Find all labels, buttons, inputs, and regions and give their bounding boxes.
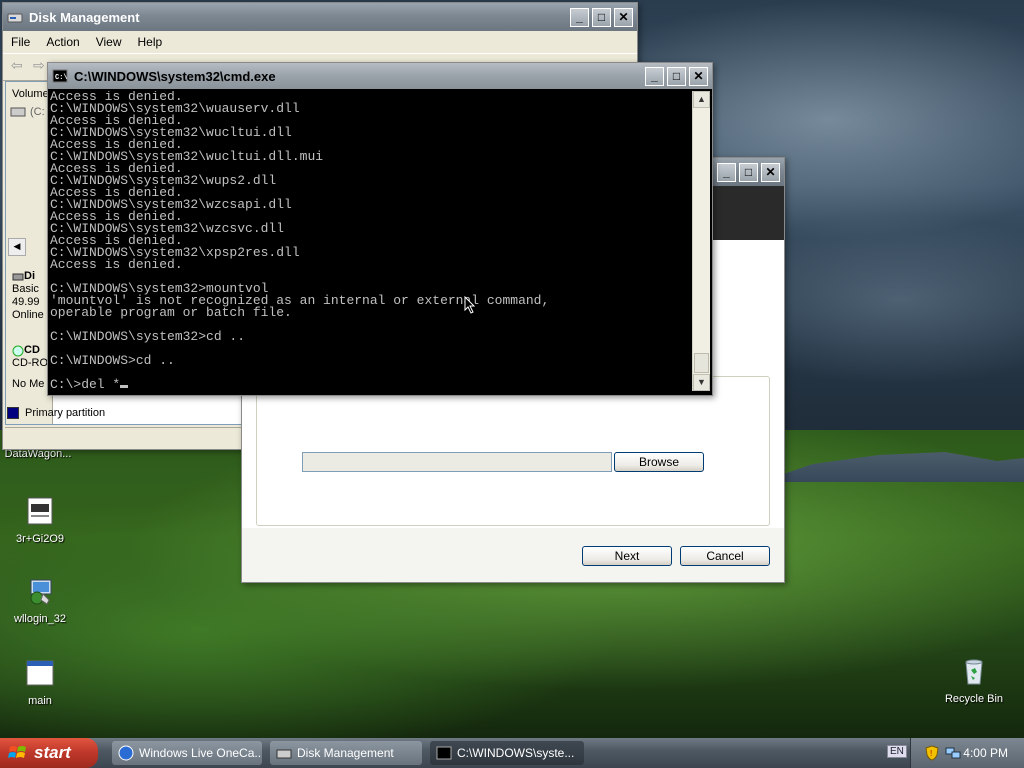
console-output[interactable]: Access is denied. C:\WINDOWS\system32\wua… [50, 91, 690, 391]
minimize-button[interactable]: _ [645, 66, 664, 86]
command-prompt-icon: C:\ [52, 69, 68, 83]
disk-icon [12, 273, 24, 280]
language-indicator[interactable]: EN [887, 745, 907, 758]
close-button[interactable]: ✕ [614, 7, 633, 27]
disk-0-name: Di [24, 270, 35, 282]
disk-side-column: Volume (C: ◀ Di Basic 49.99 Online CD CD… [6, 82, 53, 424]
svg-text:C:\: C:\ [55, 74, 68, 82]
path-input[interactable] [302, 452, 612, 472]
application-icon [27, 497, 53, 525]
menu-file[interactable]: File [3, 35, 38, 49]
window-title: C:\WINDOWS\system32\cmd.exe [74, 68, 276, 84]
command-prompt-icon [436, 746, 452, 760]
next-button[interactable]: Next [582, 546, 672, 566]
menu-help[interactable]: Help [130, 35, 171, 49]
maximize-button[interactable]: □ [667, 66, 686, 86]
volume-row-c[interactable]: (C: [10, 106, 45, 118]
maximize-button[interactable]: □ [739, 162, 758, 182]
system-tray: EN ! 4:00 PM [887, 738, 1024, 768]
disk-0-size: 49.99 [12, 296, 40, 308]
browse-button[interactable]: Browse [614, 452, 704, 472]
svg-text:!: ! [930, 749, 932, 758]
column-header-volume[interactable]: Volume [12, 88, 49, 100]
console-line: C:\WINDOWS>cd .. [50, 353, 175, 368]
console-line: C:\>del * [50, 378, 690, 391]
cdrom-type: CD-RO [12, 357, 49, 369]
recycle-bin-icon [965, 659, 983, 685]
maximize-button[interactable]: □ [592, 7, 611, 27]
start-button[interactable]: start [0, 738, 98, 768]
text-cursor [120, 385, 129, 388]
taskbar-item-label: Disk Management [297, 746, 394, 760]
close-button[interactable]: ✕ [761, 162, 780, 182]
desktop-icon-label: 3r+Gi2O9 [16, 533, 64, 545]
scroll-down-arrow[interactable]: ▼ [693, 374, 710, 391]
taskbar-item-onecare[interactable]: Windows Live OneCa... [112, 741, 262, 765]
legend-label: Primary partition [25, 407, 106, 419]
console-line: Access is denied. [50, 257, 183, 272]
installer-icon [30, 579, 52, 605]
wizard-groupbox [256, 376, 770, 526]
volume-label: (C: [30, 106, 45, 118]
start-label: start [34, 743, 71, 762]
window-title: Disk Management [29, 9, 140, 25]
taskbar-item-label: Windows Live OneCa... [139, 746, 262, 760]
legend: Primary partition [7, 407, 105, 419]
desktop-icon-wllogin[interactable]: wllogin_32 [2, 576, 78, 625]
taskbar-item-disk-management[interactable]: Disk Management [270, 741, 422, 765]
scroll-up-arrow[interactable]: ▲ [693, 91, 710, 108]
scroll-thumb[interactable] [694, 353, 709, 373]
vertical-scrollbar[interactable]: ▲ ▼ [692, 91, 710, 391]
menu-action[interactable]: Action [38, 35, 87, 49]
console-line: operable program or batch file. [50, 305, 292, 320]
cdrom-label[interactable]: CD CD-RO No Me [12, 344, 48, 391]
windows-flag-icon [8, 746, 26, 758]
disk-0-label[interactable]: Di Basic 49.99 Online [12, 270, 44, 322]
desktop-icon-label: main [28, 695, 52, 707]
forward-arrow-icon[interactable]: ⇨ [33, 57, 45, 74]
disk-management-icon [7, 13, 23, 23]
console-line: C:\WINDOWS\system32>cd .. [50, 329, 246, 344]
drive-icon [10, 107, 26, 117]
desktop-icon-label: Recycle Bin [944, 693, 1004, 705]
network-icon[interactable] [945, 746, 961, 760]
desktop-icon-3r-gi2o9[interactable]: 3r+Gi2O9 [2, 496, 78, 545]
desktop-icon-label: wllogin_32 [14, 613, 66, 625]
cdrom-name: CD [24, 344, 40, 356]
cdrom-media: No Me [12, 378, 45, 390]
disk-management-icon [276, 749, 292, 759]
desktop-icon-recycle-bin[interactable]: Recycle Bin [936, 656, 1012, 705]
desktop-icon-main[interactable]: main [2, 658, 78, 707]
menu-view[interactable]: View [88, 35, 130, 49]
clock[interactable]: 4:00 PM [963, 746, 1008, 760]
back-arrow-icon[interactable]: ⇦ [11, 57, 23, 74]
legend-swatch [7, 407, 19, 419]
window-app-icon [26, 660, 54, 686]
disk-management-titlebar[interactable]: Disk Management _ □ ✕ [3, 3, 637, 31]
disk-0-type: Basic [12, 283, 39, 295]
cancel-button[interactable]: Cancel [680, 546, 770, 566]
menu-bar: File Action View Help [3, 31, 637, 53]
minimize-button[interactable]: _ [570, 7, 589, 27]
scroll-left-arrow[interactable]: ◀ [8, 238, 26, 256]
mouse-pointer-icon [464, 296, 476, 314]
close-button[interactable]: ✕ [689, 66, 708, 86]
cmd-titlebar[interactable]: C:\ C:\WINDOWS\system32\cmd.exe _ □ ✕ [48, 63, 712, 89]
minimize-button[interactable]: _ [717, 162, 736, 182]
taskbar: start Windows Live OneCa... Disk Managem… [0, 738, 1024, 768]
cd-icon [12, 345, 24, 356]
onecare-icon [118, 745, 134, 761]
taskbar-item-label: C:\WINDOWS\syste... [457, 746, 575, 760]
disk-0-status: Online [12, 309, 44, 321]
command-prompt-window[interactable]: C:\ C:\WINDOWS\system32\cmd.exe _ □ ✕ Ac… [47, 62, 713, 396]
taskbar-item-cmd[interactable]: C:\WINDOWS\syste... [430, 741, 584, 765]
security-shield-icon[interactable]: ! [925, 745, 939, 761]
